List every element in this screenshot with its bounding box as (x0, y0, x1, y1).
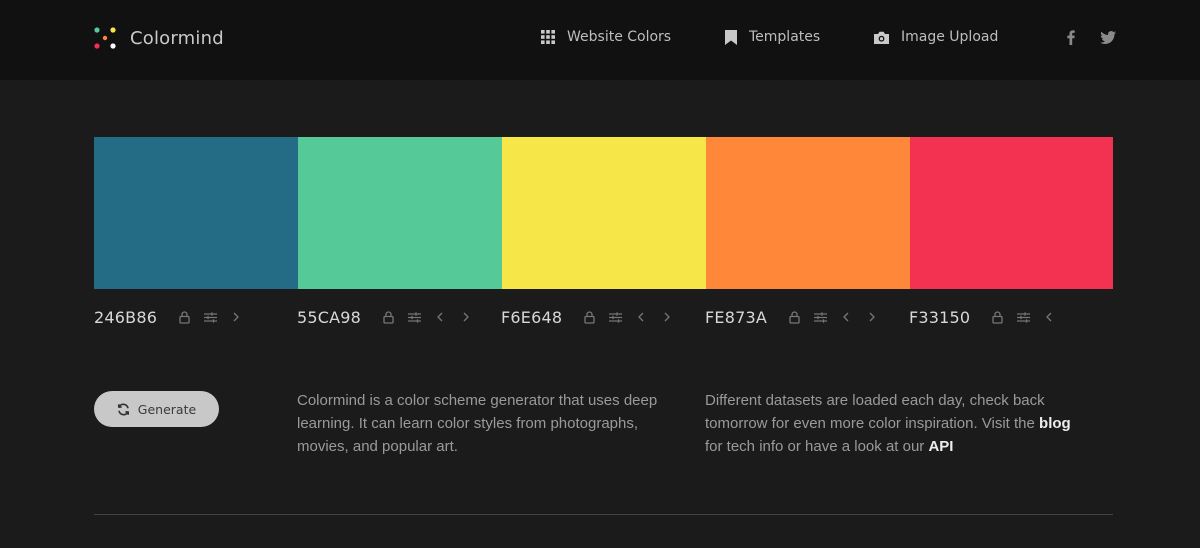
camera-icon (874, 31, 889, 44)
lock-icon[interactable] (576, 306, 602, 328)
swatch-5[interactable] (910, 137, 1113, 289)
intro-paragraph: Colormind is a color scheme generator th… (297, 392, 658, 455)
swatch-2[interactable] (298, 137, 502, 289)
twitter-link[interactable] (1099, 28, 1117, 46)
generate-button-label: Generate (137, 401, 197, 417)
twitter-icon (1100, 30, 1116, 44)
grid-icon (541, 30, 555, 44)
datasets-text-middle: for tech info or have a look at our (705, 438, 929, 455)
generate-button[interactable]: Generate (94, 391, 219, 427)
swatch-5-hex: F33150 (909, 307, 971, 327)
swatch-2-meta: 55CA98 (297, 306, 479, 328)
chevron-left-icon[interactable] (427, 306, 453, 328)
adjust-icon[interactable] (401, 306, 427, 328)
swatch-4-meta: FE873A (705, 306, 885, 328)
facebook-link[interactable] (1064, 28, 1078, 46)
swatch-3-meta: F6E648 (501, 306, 680, 328)
brand-name: Colormind (130, 27, 224, 49)
swatch-1-hex: 246B86 (94, 307, 158, 327)
adjust-icon[interactable] (807, 306, 833, 328)
chevron-right-icon[interactable] (453, 306, 479, 328)
adjust-icon[interactable] (197, 306, 223, 328)
chevron-right-icon[interactable] (223, 306, 249, 328)
datasets-paragraph: Different datasets are loaded each day, … (705, 389, 1075, 458)
facebook-icon (1067, 29, 1075, 45)
bookmark-icon (725, 29, 737, 45)
chevron-left-icon[interactable] (1036, 306, 1062, 328)
color-palette (94, 137, 1113, 289)
swatch-2-hex: 55CA98 (297, 307, 362, 327)
blog-link[interactable]: blog (1039, 415, 1071, 432)
nav-website-colors-label: Website Colors (567, 29, 672, 45)
swatch-3-hex: F6E648 (501, 307, 563, 327)
chevron-left-icon[interactable] (628, 306, 654, 328)
brand-logo-link[interactable]: Colormind (93, 24, 224, 52)
lock-icon[interactable] (171, 306, 197, 328)
swatch-5-meta: F33150 (909, 306, 1062, 328)
adjust-icon[interactable] (602, 306, 628, 328)
swatch-4-hex: FE873A (705, 307, 767, 327)
nav-templates[interactable]: Templates (725, 26, 820, 48)
nav-website-colors[interactable]: Website Colors (541, 26, 671, 48)
lock-icon[interactable] (781, 306, 807, 328)
chevron-right-icon[interactable] (859, 306, 885, 328)
top-navigation-bar: Colormind Website Colors Templates Image… (0, 0, 1200, 80)
nav-templates-label: Templates (749, 29, 821, 45)
chevron-left-icon[interactable] (833, 306, 859, 328)
datasets-text-before: Different datasets are loaded each day, … (705, 392, 1045, 432)
section-divider (94, 514, 1113, 515)
nav-image-upload-label: Image Upload (901, 29, 999, 45)
swatch-4[interactable] (706, 137, 910, 289)
swatch-3[interactable] (502, 137, 706, 289)
lock-icon[interactable] (984, 306, 1010, 328)
adjust-icon[interactable] (1010, 306, 1036, 328)
api-link[interactable]: API (928, 438, 953, 455)
nav-image-upload[interactable]: Image Upload (874, 26, 998, 48)
swatch-1-meta: 246B86 (94, 306, 249, 328)
lock-icon[interactable] (375, 306, 401, 328)
colormind-logo-icon (94, 27, 116, 49)
refresh-icon (117, 403, 129, 415)
swatch-1[interactable] (94, 137, 298, 289)
chevron-right-icon[interactable] (654, 306, 680, 328)
